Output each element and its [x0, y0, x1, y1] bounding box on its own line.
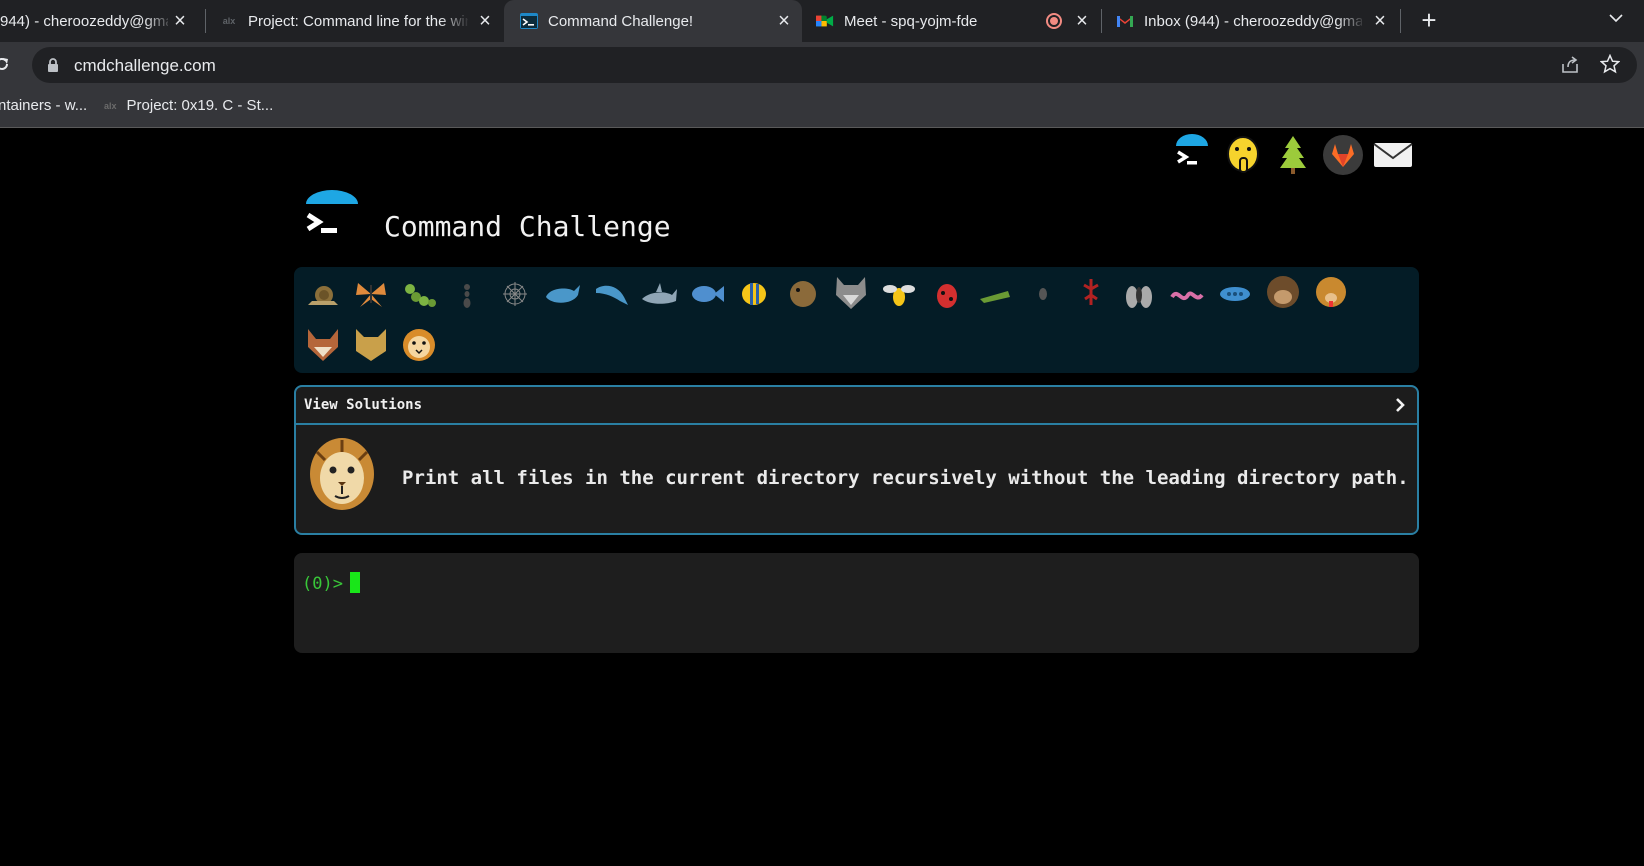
- tab-fade: [1336, 0, 1366, 42]
- lock-icon[interactable]: [47, 58, 59, 72]
- fox-icon[interactable]: [304, 325, 342, 363]
- alx-icon: alx: [222, 16, 236, 26]
- dog-icon[interactable]: [1312, 273, 1350, 311]
- tab-fade: [440, 0, 470, 42]
- tab-title: Command Challenge!: [548, 12, 694, 30]
- spider-icon[interactable]: [1024, 275, 1062, 313]
- ant-icon[interactable]: [448, 275, 486, 313]
- cricket-icon[interactable]: [976, 275, 1014, 313]
- google-meet-icon: [816, 12, 834, 30]
- chevron-right-icon[interactable]: [1394, 397, 1406, 413]
- share-icon[interactable]: [1560, 55, 1580, 75]
- level-picker: [294, 267, 1419, 373]
- tab-separator: [1400, 9, 1401, 33]
- terminal-icon: [520, 12, 538, 30]
- tab-fade: [144, 0, 174, 42]
- scorpion-icon[interactable]: [1072, 273, 1110, 311]
- terminal-logo-icon[interactable]: [1172, 134, 1214, 176]
- snail-icon[interactable]: [304, 275, 342, 313]
- command-challenge-logo-icon[interactable]: [304, 190, 360, 246]
- whale-icon[interactable]: [544, 275, 582, 313]
- bookmark-star-icon[interactable]: [1599, 53, 1621, 74]
- ladybug-icon[interactable]: [928, 275, 966, 313]
- tab-strip: 944) - cheroozeddy@gmail.com × alx Proje…: [0, 0, 1644, 42]
- site-header: Command Challenge: [304, 190, 724, 246]
- gitlab-icon[interactable]: [1322, 134, 1364, 176]
- microbe-icon[interactable]: [1216, 275, 1254, 313]
- tab-title: 944) - cheroozeddy@gmail.com: [0, 12, 168, 30]
- caterpillar-icon[interactable]: [400, 275, 438, 313]
- browser-toolbar: cmdchallenge.com: [0, 42, 1644, 88]
- gmail-icon: [1116, 12, 1134, 30]
- challenge-card: View Solutions Print all files in the cu…: [294, 385, 1419, 535]
- view-solutions-toggle[interactable]: View Solutions: [296, 387, 1417, 425]
- mail-icon[interactable]: [1372, 134, 1414, 176]
- tropical-fish-icon[interactable]: [736, 275, 774, 313]
- close-tab-icon[interactable]: ×: [475, 11, 495, 31]
- bookmark-label: ntainers - w...: [0, 97, 88, 114]
- dolphin-icon[interactable]: [592, 275, 630, 313]
- bookmarks-bar: ntainers - w... alx Project: 0x19. C - S…: [0, 88, 1644, 128]
- tab-search-chevron-icon[interactable]: [1606, 8, 1626, 28]
- recording-icon: [1046, 13, 1062, 29]
- alx-icon: alx: [104, 100, 117, 111]
- butterfly-icon[interactable]: [352, 275, 390, 313]
- wolf-icon[interactable]: [832, 273, 870, 311]
- tiger-level-icon: [307, 432, 377, 512]
- tab-command-challenge[interactable]: Command Challenge! ×: [504, 0, 802, 42]
- page-content: Command Challenge View Solutions Print a…: [0, 128, 1644, 866]
- site-title: Command Challenge: [384, 210, 671, 243]
- fly-icon[interactable]: [1120, 275, 1158, 313]
- tab-separator: [1101, 9, 1102, 33]
- tree-icon[interactable]: [1272, 134, 1314, 176]
- close-tab-icon[interactable]: ×: [1072, 11, 1092, 31]
- bookmark-label: Project: 0x19. C - St...: [126, 97, 274, 114]
- close-tab-icon[interactable]: ×: [774, 11, 794, 31]
- bookmark-item[interactable]: ntainers - w...: [0, 97, 87, 114]
- tab-separator: [205, 9, 206, 33]
- shushing-face-icon[interactable]: [1222, 134, 1264, 176]
- new-tab-icon[interactable]: +: [1416, 7, 1442, 34]
- terminal-input[interactable]: (0)>: [294, 553, 1419, 653]
- bee-icon[interactable]: [880, 275, 918, 313]
- worm-icon[interactable]: [1168, 275, 1206, 313]
- shark-icon[interactable]: [640, 275, 678, 313]
- fish-icon[interactable]: [688, 275, 726, 313]
- view-solutions-label: View Solutions: [304, 397, 423, 413]
- terminal-cursor: [350, 572, 360, 593]
- spider-web-icon[interactable]: [496, 275, 534, 313]
- orangutan-icon[interactable]: [1264, 273, 1302, 311]
- tiger-icon[interactable]: [400, 325, 438, 363]
- pufferfish-icon[interactable]: [784, 275, 822, 313]
- tab-title: Meet - spq-yojm-fde: [844, 12, 978, 30]
- cat-icon[interactable]: [352, 325, 390, 363]
- tab-title: Inbox (944) - cheroozeddy@gmail.com: [1144, 12, 1362, 30]
- close-tab-icon[interactable]: ×: [1370, 11, 1390, 31]
- tab-google-meet[interactable]: Meet - spq-yojm-fde ×: [816, 0, 1088, 42]
- tab-title: Project: Command line for the win: [248, 12, 468, 30]
- terminal-prompt: (0)>: [302, 574, 343, 594]
- bookmark-item[interactable]: alx Project: 0x19. C - St...: [104, 97, 273, 114]
- address-bar[interactable]: cmdchallenge.com: [32, 47, 1637, 83]
- reload-icon[interactable]: [0, 54, 12, 74]
- url-text[interactable]: cmdchallenge.com: [74, 56, 216, 76]
- challenge-task-text: Print all files in the current directory…: [402, 467, 1409, 489]
